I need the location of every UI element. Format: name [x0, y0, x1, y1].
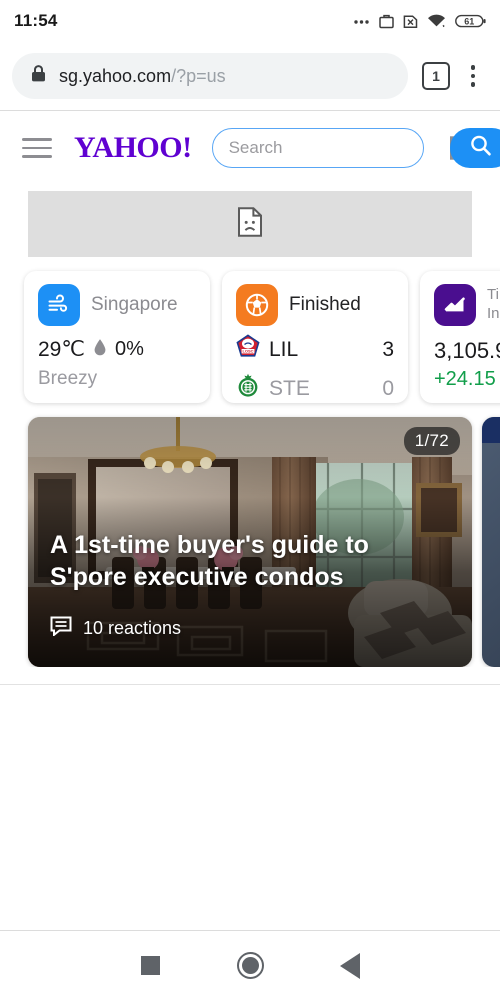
hero-article-card[interactable]: 1/72 A 1st-time buyer's guide to S'pore … — [28, 417, 472, 667]
search-icon — [468, 133, 494, 164]
hero-title[interactable]: A 1st-time buyer's guide to S'pore execu… — [50, 530, 426, 593]
sports-card[interactable]: Finished LOSC LIL 3 STE 0 — [222, 271, 408, 403]
article-carousel[interactable]: 1/72 A 1st-time buyer's guide to S'pore … — [0, 413, 500, 667]
web-page-viewport: YAHOO! Search Singapore 29℃ 0% Breezy Fi… — [0, 110, 500, 930]
sports-card-header: Finished — [236, 284, 394, 326]
finance-card-header: Ti In — [434, 284, 500, 326]
sports-team-abbr: LIL — [269, 337, 299, 361]
finance-index-name-line2: In — [487, 305, 500, 322]
search-bar[interactable] — [211, 128, 500, 168]
weather-card-header: Singapore — [38, 284, 196, 326]
recents-button[interactable] — [100, 931, 200, 1000]
sports-team-row: LOSC LIL 3 — [236, 334, 394, 365]
url-path: /?p=us — [171, 65, 226, 86]
browser-toolbar: sg.yahoo.com/?p=us 1 — [0, 42, 500, 110]
info-cards-row: Singapore 29℃ 0% Breezy Finished LOSC LI… — [0, 257, 500, 413]
broken-image-icon — [237, 206, 263, 242]
comment-icon — [50, 616, 72, 641]
square-recents-icon — [140, 956, 160, 975]
finance-index-name-line1: Ti — [487, 286, 499, 304]
weather-readings: 29℃ 0% — [38, 337, 196, 362]
hero-reactions[interactable]: 10 reactions — [50, 616, 181, 641]
weather-condition: Breezy — [38, 368, 98, 389]
hamburger-line — [22, 138, 52, 141]
status-bar: 11:54 61 — [0, 0, 500, 42]
home-button[interactable] — [200, 931, 300, 1000]
wifi-icon — [427, 13, 446, 29]
lille-crest-icon: LOSC — [236, 334, 260, 365]
broken-image-banner — [28, 191, 472, 257]
kebab-dot — [470, 73, 476, 79]
search-input[interactable] — [212, 129, 450, 167]
url-bar[interactable]: sg.yahoo.com/?p=us — [12, 53, 408, 99]
sports-team-score: 0 — [382, 376, 394, 400]
kebab-dot — [470, 65, 476, 70]
url-text: sg.yahoo.com/?p=us — [59, 66, 226, 87]
sports-team-score: 3 — [382, 337, 394, 361]
url-domain: sg.yahoo.com — [59, 65, 172, 86]
status-time: 11:54 — [14, 11, 58, 30]
tab-switcher-button[interactable]: 1 — [422, 62, 450, 90]
battery-icon: 61 — [455, 13, 486, 29]
saint-etienne-crest-icon — [236, 373, 260, 404]
sim-missing-icon — [403, 13, 418, 29]
android-nav-bar — [0, 930, 500, 1000]
home-dot — [241, 957, 259, 974]
weather-location: Singapore — [91, 294, 178, 315]
sports-team-abbr: STE — [269, 376, 310, 400]
weather-card[interactable]: Singapore 29℃ 0% Breezy — [24, 271, 210, 403]
hero-article-card-next[interactable] — [482, 417, 500, 667]
triangle-back-icon — [340, 952, 360, 979]
sports-team-row: STE 0 — [236, 373, 394, 404]
sports-status: Finished — [289, 294, 361, 315]
overflow-dots-icon — [353, 14, 370, 28]
hamburger-line — [22, 155, 52, 158]
yahoo-logo[interactable]: YAHOO! — [74, 133, 192, 163]
finance-price: 3,105.9 — [434, 338, 500, 363]
svg-text:LOSC: LOSC — [242, 349, 253, 354]
soccer-ball-icon — [236, 284, 278, 326]
kebab-dot — [470, 82, 476, 87]
status-icons: 61 — [353, 13, 486, 29]
hero-counter: 1/72 — [403, 427, 460, 455]
browser-menu-button[interactable] — [456, 56, 490, 96]
back-button[interactable] — [300, 931, 400, 1000]
work-profile-icon — [379, 13, 394, 29]
finance-card[interactable]: Ti In 3,105.9 +24.15 ( — [420, 271, 500, 403]
finance-index-name: Ti In — [487, 286, 500, 324]
hamburger-line — [22, 146, 52, 150]
wind-icon — [38, 284, 80, 326]
tab-count-label: 1 — [432, 68, 440, 84]
hamburger-icon[interactable] — [22, 138, 52, 158]
weather-humidity: 0% — [114, 338, 144, 360]
page-blank-area — [0, 685, 500, 925]
battery-level-text: 61 — [464, 16, 474, 26]
finance-change: +24.15 ( — [434, 368, 500, 390]
weather-temperature: 29℃ — [38, 338, 85, 361]
circle-home-icon — [236, 952, 264, 979]
yahoo-site-header: YAHOO! — [0, 111, 500, 185]
lock-icon — [30, 64, 47, 88]
line-chart-icon — [434, 284, 476, 326]
hero-reactions-label: 10 reactions — [83, 618, 182, 638]
search-button[interactable] — [449, 128, 500, 168]
water-drop-icon — [93, 338, 107, 362]
